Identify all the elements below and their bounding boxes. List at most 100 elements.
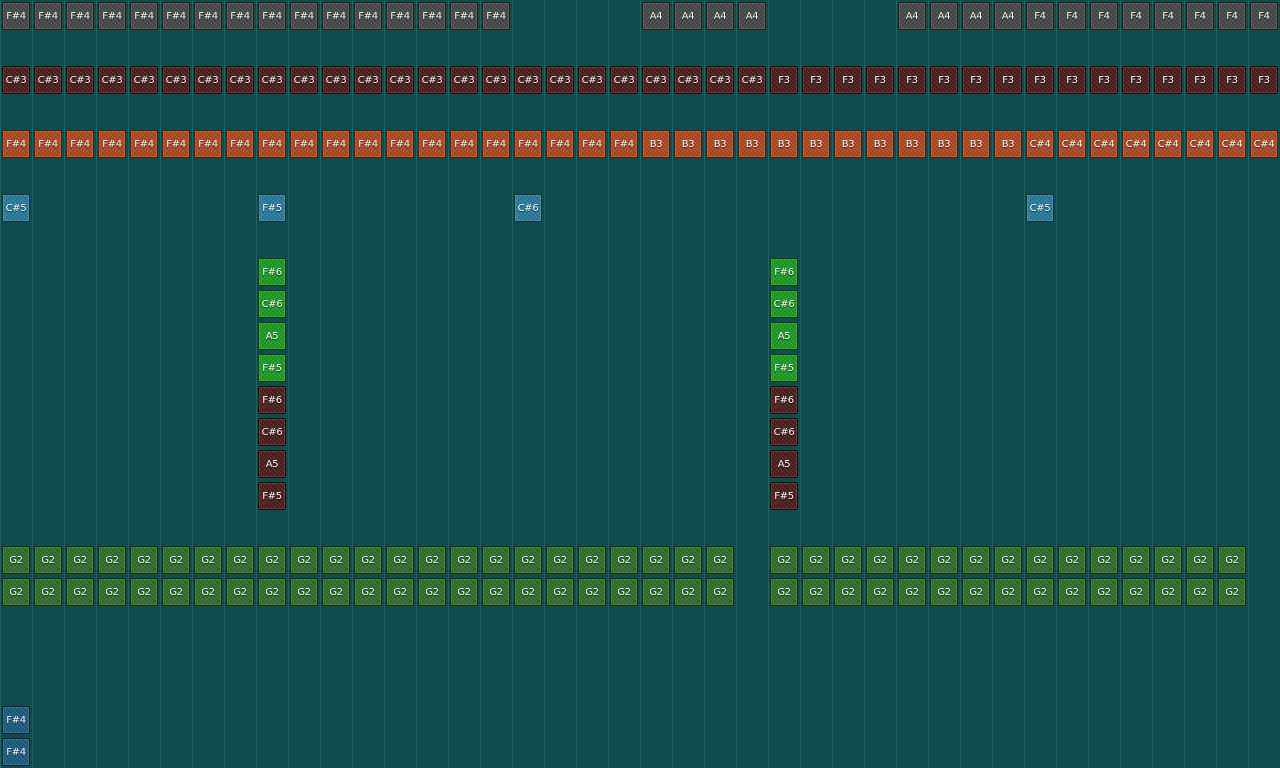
note-block[interactable]: B3	[866, 130, 894, 158]
note-block[interactable]: F#4	[66, 130, 94, 158]
note-block[interactable]: F4	[1186, 2, 1214, 30]
note-block[interactable]: F#4	[98, 2, 126, 30]
note-block[interactable]: F3	[770, 66, 798, 94]
note-block[interactable]: F#5	[258, 354, 286, 382]
note-block[interactable]: G2	[450, 578, 478, 606]
note-block[interactable]: F3	[802, 66, 830, 94]
note-block[interactable]: G2	[962, 546, 990, 574]
note-block[interactable]: F#4	[130, 130, 158, 158]
note-block[interactable]: C#3	[322, 66, 350, 94]
note-block[interactable]: F4	[1154, 2, 1182, 30]
note-block[interactable]: F#4	[66, 2, 94, 30]
note-block[interactable]: G2	[578, 578, 606, 606]
note-block[interactable]: F#5	[770, 482, 798, 510]
note-block[interactable]: C#4	[1026, 130, 1054, 158]
note-block[interactable]: C#3	[34, 66, 62, 94]
note-block[interactable]: G2	[226, 578, 254, 606]
note-block[interactable]: F#4	[290, 2, 318, 30]
note-block[interactable]: C#3	[194, 66, 222, 94]
note-block[interactable]: F#5	[770, 354, 798, 382]
note-block[interactable]: F3	[962, 66, 990, 94]
note-block[interactable]: F#4	[2, 130, 30, 158]
note-block[interactable]: F3	[994, 66, 1022, 94]
note-block[interactable]: C#4	[1090, 130, 1118, 158]
note-block[interactable]: F#4	[290, 130, 318, 158]
note-block[interactable]: F#4	[482, 2, 510, 30]
note-block[interactable]: A4	[962, 2, 990, 30]
note-block[interactable]: G2	[1058, 546, 1086, 574]
note-block[interactable]: G2	[898, 578, 926, 606]
note-block[interactable]: C#3	[130, 66, 158, 94]
note-block[interactable]: C#6	[770, 418, 798, 446]
note-block[interactable]: G2	[610, 546, 638, 574]
note-block[interactable]: G2	[610, 578, 638, 606]
note-block[interactable]: G2	[226, 546, 254, 574]
note-block[interactable]: C#6	[514, 194, 542, 222]
note-block[interactable]: F#4	[162, 130, 190, 158]
note-block[interactable]: C#3	[2, 66, 30, 94]
note-block[interactable]: G2	[322, 578, 350, 606]
note-block[interactable]: G2	[962, 578, 990, 606]
note-block[interactable]: F#6	[770, 386, 798, 414]
note-block[interactable]: F#4	[418, 130, 446, 158]
note-block[interactable]: G2	[482, 546, 510, 574]
note-block[interactable]: F#4	[322, 2, 350, 30]
note-block[interactable]: F#4	[258, 2, 286, 30]
note-block[interactable]: F4	[1090, 2, 1118, 30]
note-block[interactable]: B3	[674, 130, 702, 158]
note-block[interactable]: F3	[1026, 66, 1054, 94]
note-block[interactable]: C#6	[258, 290, 286, 318]
note-block[interactable]: G2	[1122, 578, 1150, 606]
note-block[interactable]: G2	[130, 578, 158, 606]
note-block[interactable]: F3	[1122, 66, 1150, 94]
note-block[interactable]: F#4	[98, 130, 126, 158]
note-block[interactable]: F3	[1186, 66, 1214, 94]
note-block[interactable]: C#3	[546, 66, 574, 94]
note-block[interactable]: C#3	[290, 66, 318, 94]
note-block[interactable]: G2	[1090, 578, 1118, 606]
note-block[interactable]: G2	[418, 578, 446, 606]
note-block[interactable]: F#4	[2, 706, 30, 734]
note-block[interactable]: G2	[194, 546, 222, 574]
note-block[interactable]: G2	[994, 578, 1022, 606]
note-block[interactable]: A4	[642, 2, 670, 30]
note-block[interactable]: C#6	[770, 290, 798, 318]
note-block[interactable]: F3	[1058, 66, 1086, 94]
note-block[interactable]: F#6	[258, 386, 286, 414]
note-block[interactable]: B3	[706, 130, 734, 158]
note-block[interactable]: A4	[898, 2, 926, 30]
note-block[interactable]: A4	[994, 2, 1022, 30]
note-block[interactable]: F#4	[514, 130, 542, 158]
note-block[interactable]: G2	[674, 546, 702, 574]
note-block[interactable]: C#3	[514, 66, 542, 94]
note-block[interactable]: F4	[1122, 2, 1150, 30]
note-block[interactable]: B3	[642, 130, 670, 158]
note-block[interactable]: F#4	[354, 130, 382, 158]
piano-roll-grid[interactable]: F#4 F#4 F#4 F#4 F#4 F#4 F#4 F#4 F#4 F#4 F#4 F#4 F#4 F…	[0, 0, 1280, 768]
note-block[interactable]: F#4	[162, 2, 190, 30]
note-block[interactable]: B3	[738, 130, 766, 158]
note-block[interactable]: G2	[802, 578, 830, 606]
note-block[interactable]: G2	[290, 546, 318, 574]
note-block[interactable]: F#4	[34, 130, 62, 158]
note-block[interactable]: G2	[546, 578, 574, 606]
note-block[interactable]: F#5	[258, 194, 286, 222]
note-block[interactable]: B3	[898, 130, 926, 158]
note-block[interactable]: G2	[546, 546, 574, 574]
note-block[interactable]: F3	[866, 66, 894, 94]
note-block[interactable]: G2	[98, 578, 126, 606]
note-block[interactable]: C#3	[66, 66, 94, 94]
note-block[interactable]: G2	[642, 546, 670, 574]
note-block[interactable]: C#3	[642, 66, 670, 94]
note-block[interactable]: G2	[322, 546, 350, 574]
note-block[interactable]: F3	[1090, 66, 1118, 94]
note-block[interactable]: C#3	[578, 66, 606, 94]
note-block[interactable]: G2	[162, 546, 190, 574]
note-block[interactable]: C#4	[1250, 130, 1278, 158]
note-block[interactable]: F3	[930, 66, 958, 94]
note-block[interactable]: G2	[66, 546, 94, 574]
note-block[interactable]: G2	[1218, 578, 1246, 606]
note-block[interactable]: G2	[354, 546, 382, 574]
note-block[interactable]: F#4	[482, 130, 510, 158]
note-block[interactable]: G2	[930, 578, 958, 606]
